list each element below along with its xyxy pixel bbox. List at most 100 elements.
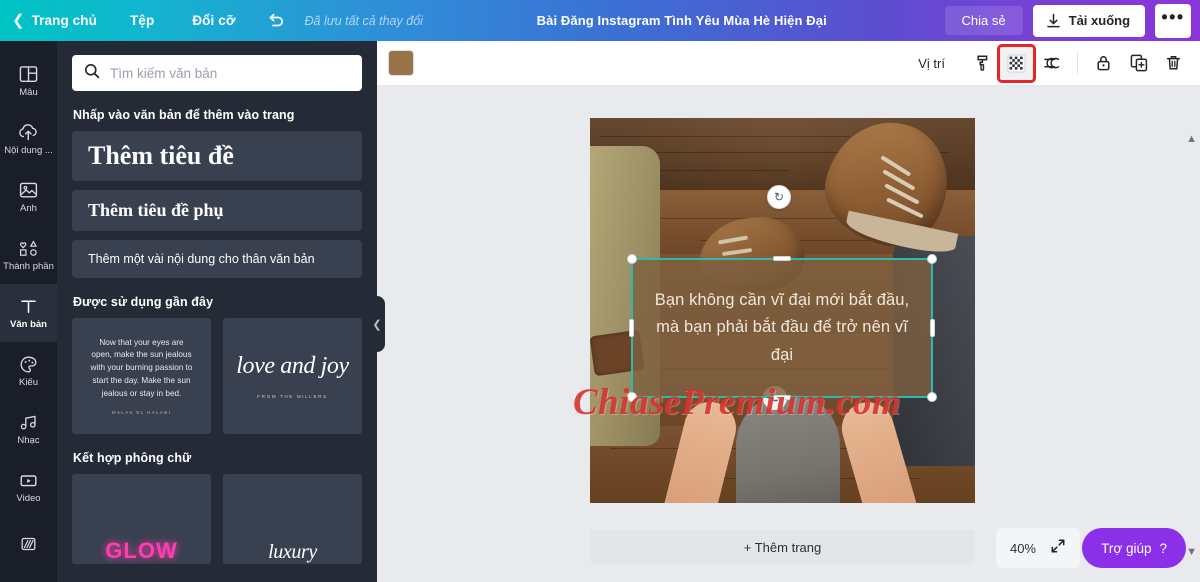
add-body-text-card[interactable]: Thêm một vài nội dung cho thân văn bản [72,240,362,278]
resize-handle-top[interactable] [773,256,791,261]
palette-icon [19,354,38,375]
add-text-section-title: Nhấp vào văn bản để thêm vào trang [73,108,295,122]
sidebar-item-templates[interactable]: Mẫu [0,52,57,110]
sidebar-item-text[interactable]: Văn bản [0,284,57,342]
resize-handle-left[interactable] [629,319,634,337]
recent-template-quote-author: Malak El Halabi [111,410,172,416]
recent-template-script-sub: From the Millers [257,394,328,399]
design-canvas[interactable]: ↻ Bạn không cần vĩ đại mới bắt đầu, mà b… [590,118,975,503]
search-input[interactable] [110,65,350,81]
resize-handle-br[interactable] [927,392,937,402]
caret-up-icon[interactable]: ▲ [1186,133,1197,145]
duplicate-icon[interactable] [1122,47,1155,80]
recent-templates-grid: Now that your eyes are open, make the su… [72,318,362,434]
recent-template-script[interactable]: love and joy From the Millers [223,318,362,434]
undo-button[interactable] [255,0,297,41]
caret-down-icon[interactable]: ▼ [1186,546,1197,558]
cloud-upload-icon [18,122,39,143]
position-button[interactable]: Vị trí [906,49,957,78]
recent-template-script-text: love and joy [236,353,349,379]
resize-handle-bottom[interactable] [773,395,791,400]
font-combos-section-title: Kết hợp phông chữ [73,451,192,465]
shapes-icon [18,238,40,259]
search-icon [84,63,100,84]
sidebar-item-video[interactable]: Video [0,458,57,516]
music-note-icon [19,412,38,433]
animate-icon[interactable] [1035,47,1068,80]
home-button[interactable]: ❮ Trang chủ [0,0,111,41]
add-page-button-label: + Thêm trang [743,539,822,555]
photo-icon [19,180,38,201]
menu-file[interactable]: Tệp [111,0,173,41]
collapse-panel-button[interactable]: ❮ [369,296,385,352]
help-button[interactable]: Trợ giúp ? [1082,528,1186,568]
text-t-icon [19,296,38,317]
menu-file-label: Tệp [130,13,155,28]
menu-resize-label: Đổi cỡ [192,13,236,28]
fill-color-swatch[interactable] [388,50,414,76]
zoom-controls: 40% [995,528,1080,568]
chevron-left-icon: ❮ [12,12,25,29]
sidebar-item-background[interactable] [0,516,57,574]
transparency-icon[interactable] [997,43,1036,83]
search-box[interactable] [72,55,362,91]
zoom-level[interactable]: 40% [1010,541,1036,556]
sidebar-item-elements-label: Thành phần [3,262,54,272]
more-options-button[interactable]: ••• [1155,3,1192,38]
add-page-button[interactable]: + Thêm trang [590,530,975,564]
download-button-label: Tải xuống [1068,13,1131,28]
undo-icon [269,13,283,26]
add-subheading-label: Thêm tiêu đề phụ [88,200,224,220]
rotate-handle[interactable]: ↻ [767,185,791,209]
ellipsis-icon: ••• [1161,6,1185,27]
canvas-center-cloth [736,395,840,503]
font-combo-luxury-label: luxury [268,541,317,563]
element-toolbar: Vị trí [377,41,1200,86]
video-play-icon [19,470,38,491]
sidebar-item-templates-label: Mẫu [19,88,38,98]
share-button[interactable]: Chia sẻ [944,6,1023,35]
top-toolbar: ❮ Trang chủ Tệp Đổi cỡ Đã lưu tất cả tha… [0,0,1200,41]
sidebar-item-photos[interactable]: Ảnh [0,168,57,226]
help-button-label: Trợ giúp [1101,540,1152,556]
download-icon [1046,13,1060,27]
resize-handle-bl[interactable] [627,392,637,402]
font-combo-luxury[interactable]: luxury [223,474,362,564]
save-status: Đã lưu tất cả thay đổi [304,13,423,28]
trash-icon[interactable] [1157,47,1190,80]
add-body-text-label: Thêm một vài nội dung cho thân văn bản [88,252,315,266]
lock-icon[interactable] [1087,47,1120,80]
menu-resize[interactable]: Đổi cỡ [173,0,254,41]
toolbar-divider [1077,52,1078,74]
share-button-label: Chia sẻ [961,13,1006,28]
resize-handle-tr[interactable] [927,254,937,264]
expand-icon[interactable] [1050,538,1066,559]
topbar-actions: Chia sẻ Tải xuống ••• [944,3,1200,38]
sidebar-item-styles[interactable]: Kiểu [0,342,57,400]
sidebar-item-uploads-label: Nội dung ... [4,146,53,156]
resize-handle-tl[interactable] [627,254,637,264]
add-subheading-card[interactable]: Thêm tiêu đề phụ [72,190,362,231]
sidebar-item-music[interactable]: Nhạc [0,400,57,458]
document-title: Bài Đăng Instagram Tình Yêu Mùa Hè Hiện … [536,13,827,28]
help-badge: ? [1159,540,1167,556]
canva-editor-window: ❮ Trang chủ Tệp Đổi cỡ Đã lưu tất cả tha… [0,0,1200,582]
font-combo-glow[interactable]: GLOW [72,474,211,564]
add-heading-card[interactable]: Thêm tiêu đề [72,131,362,181]
sidebar-item-uploads[interactable]: Nội dung ... [0,110,57,168]
template-grid-icon [19,64,38,85]
sidebar-item-music-label: Nhạc [17,436,40,446]
resize-handle-right[interactable] [930,319,935,337]
sidebar-item-text-label: Văn bản [10,320,47,330]
selected-text-element[interactable]: Bạn không cần vĩ đại mới bắt đầu, mà bạn… [627,254,937,402]
sidebar-item-photos-label: Ảnh [20,204,37,214]
download-button[interactable]: Tải xuống [1032,4,1146,37]
sidebar-item-elements[interactable]: Thành phần [0,226,57,284]
recent-template-quote-text: Now that your eyes are open, make the su… [90,337,193,398]
element-toolbar-right: Vị trí [906,43,1190,83]
text-panel: Nhấp vào văn bản để thêm vào trang Thêm … [57,41,377,582]
chevron-left-icon: ❮ [372,318,382,331]
recent-template-quote[interactable]: Now that your eyes are open, make the su… [72,318,211,434]
left-rail: Mẫu Nội dung ... Ảnh Thành phần Văn bản … [0,41,57,582]
copy-style-icon[interactable] [965,47,998,80]
